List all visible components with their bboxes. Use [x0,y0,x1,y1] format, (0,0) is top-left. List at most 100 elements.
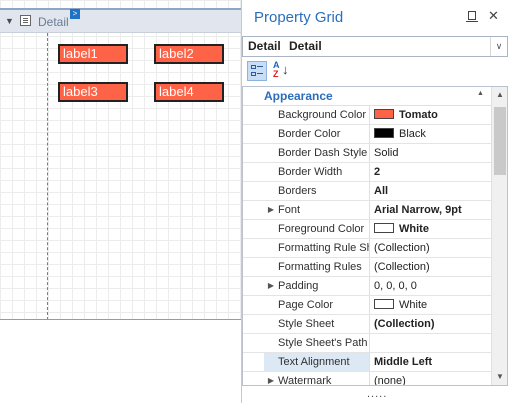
color-swatch [374,299,394,310]
close-icon[interactable]: ✕ [488,8,499,24]
property-row[interactable]: Text Alignment Middle Left [243,353,491,372]
scroll-thumb[interactable] [494,107,506,175]
property-value-text: (Collection) [374,261,430,273]
property-name: Border Dash Style [264,144,370,162]
vertical-scrollbar[interactable]: ▲ ▼ [491,87,507,385]
resize-grip-icon[interactable]: ..... [367,388,387,400]
selected-component-type: Detail [289,39,322,53]
property-value[interactable]: White [371,296,491,314]
property-row[interactable]: ▶ Font Arial Narrow, 9pt [243,201,491,220]
property-name: Border Color [264,125,370,143]
property-value-text: Solid [374,147,399,159]
category-row-appearance[interactable]: Appearance ▲ [243,87,491,106]
report-label-1[interactable]: label1 [58,44,128,64]
property-row[interactable]: Borders All [243,182,491,201]
property-name: Formatting Rules [264,258,370,276]
row-gutter [243,163,264,181]
property-value[interactable]: All [371,182,491,200]
property-name: Padding [264,277,370,295]
property-value[interactable]: Arial Narrow, 9pt [371,201,491,219]
smart-tag-icon[interactable]: > [70,9,80,19]
sort-alphabetical-icon[interactable]: A Z ↓ [271,60,291,81]
property-value-text: Tomato [399,109,438,121]
property-value-text: Middle Left [374,356,433,368]
property-value[interactable]: Middle Left [371,353,491,371]
property-value-text: White [399,223,429,235]
property-name: Foreground Color [264,220,370,238]
color-swatch [374,109,394,120]
property-rows: Background Color Tomato Border Color Black B… [243,106,491,386]
pin-icon[interactable] [466,11,478,22]
property-row[interactable]: Border Width 2 [243,163,491,182]
property-row[interactable]: Border Dash Style Solid [243,144,491,163]
property-row[interactable]: Background Color Tomato [243,106,491,125]
property-value-text: 2 [374,166,381,178]
property-value-text: (none) [374,375,406,386]
property-grid: Appearance ▲ Background Color Tomato Borde… [242,86,508,386]
scroll-down-icon[interactable]: ▼ [492,369,507,385]
color-swatch [374,223,394,234]
property-row[interactable]: ▶ Padding 0, 0, 0, 0 [243,277,491,296]
property-value-text: White [399,299,428,311]
band-bottom-edge [0,319,242,320]
panel-title: Property Grid [254,9,344,26]
report-label-2[interactable]: label2 [154,44,224,64]
property-value[interactable]: 2 [371,163,491,181]
property-row[interactable]: Style Sheet's Path [243,334,491,353]
row-gutter [243,372,264,385]
property-value[interactable]: Tomato [371,106,491,124]
row-gutter [243,353,264,371]
property-value[interactable]: Black [371,125,491,143]
left-margin-line [47,33,48,320]
collapse-category-icon[interactable]: ▲ [477,90,484,97]
row-gutter [243,201,264,219]
report-designer-surface[interactable]: ▼ Detail > label1 label2 label3 label4 [0,0,242,320]
row-gutter [243,106,264,124]
property-value[interactable]: (Collection) [371,258,491,276]
band-title: Detail [38,15,69,29]
property-value[interactable] [371,334,491,352]
property-name: Style Sheet's Path [264,334,370,352]
property-value-text: 0, 0, 0, 0 [374,280,417,292]
property-row[interactable]: Foreground Color White [243,220,491,239]
categorized-icon[interactable] [247,61,267,81]
row-gutter [243,239,264,257]
property-row[interactable]: Formatting Rule Sh (Collection) [243,239,491,258]
property-row[interactable]: Formatting Rules (Collection) [243,258,491,277]
property-row[interactable]: Page Color White [243,296,491,315]
row-gutter [243,144,264,162]
property-value[interactable]: 0, 0, 0, 0 [371,277,491,295]
component-selector[interactable]: Detail Detail ∨ [242,36,508,57]
property-row[interactable]: Style Sheet (Collection) [243,315,491,334]
color-swatch [374,128,394,139]
property-value[interactable]: (Collection) [371,239,491,257]
property-grid-toolbar: A Z ↓ [242,58,508,84]
property-row[interactable]: Border Color Black [243,125,491,144]
report-label-4[interactable]: label4 [154,82,224,102]
property-value[interactable]: White [371,220,491,238]
band-collapse-icon[interactable]: ▼ [5,16,14,26]
property-grid-panel: Property Grid ✕ Detail Detail ∨ A Z ↓ Ap… [241,0,510,403]
property-name: Page Color [264,296,370,314]
row-gutter [243,220,264,238]
property-value[interactable]: (Collection) [371,315,491,333]
property-name: Text Alignment [264,353,370,371]
detail-band-header[interactable]: ▼ Detail > [0,8,242,33]
property-name: Borders [264,182,370,200]
category-label: Appearance [264,89,333,103]
row-gutter [243,125,264,143]
row-gutter [243,334,264,352]
row-gutter [243,182,264,200]
property-name: Watermark [264,372,370,385]
row-gutter [243,296,264,314]
report-label-3[interactable]: label3 [58,82,128,102]
property-name: Font [264,201,370,219]
selected-component-name: Detail [248,39,281,53]
property-value[interactable]: Solid [371,144,491,162]
property-value-text: Arial Narrow, 9pt [374,204,462,216]
property-value[interactable]: (none) [371,372,491,386]
property-row[interactable]: ▶ Watermark (none) [243,372,491,386]
chevron-down-icon[interactable]: ∨ [490,37,507,56]
property-value-text: (Collection) [374,318,435,330]
scroll-up-icon[interactable]: ▲ [492,87,507,103]
